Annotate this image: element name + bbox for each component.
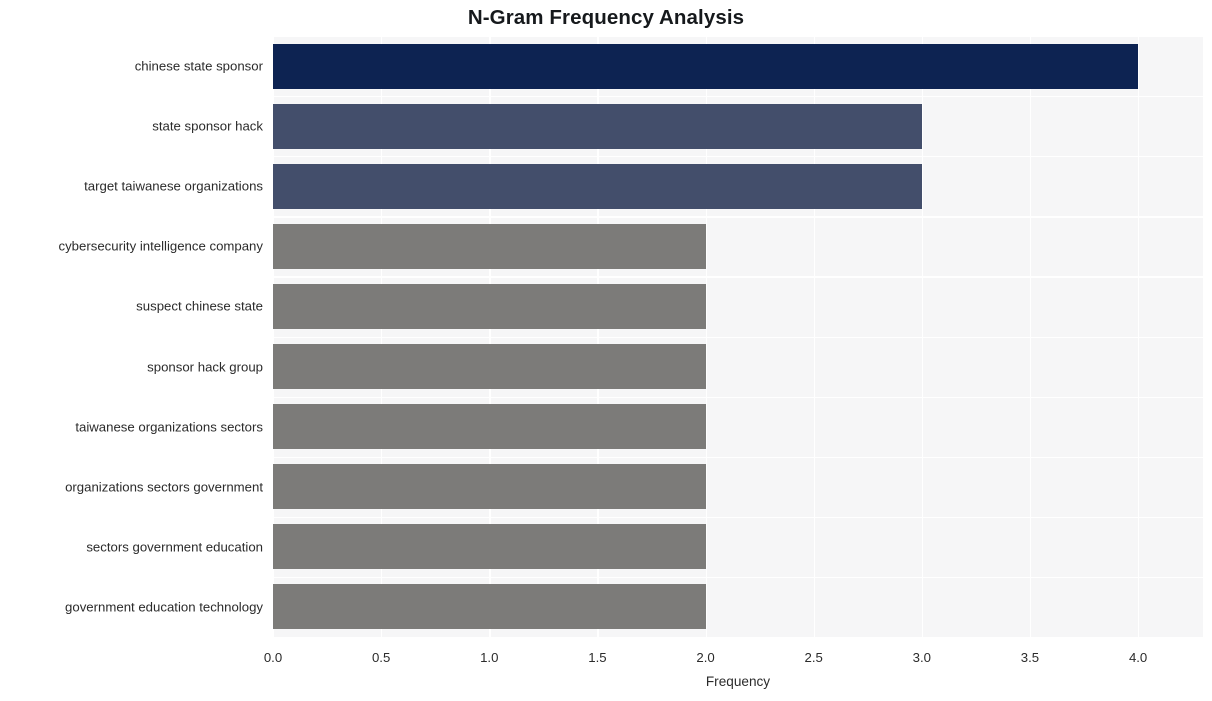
x-tick-label: 3.5 — [1020, 650, 1040, 665]
chart-figure: N-Gram Frequency Analysis chinese state … — [0, 0, 1212, 701]
x-axis-tick-labels: 0.0 0.5 1.0 1.5 2.0 2.5 3.0 3.5 4.0 — [0, 0, 1212, 701]
x-tick-label: 1.0 — [480, 650, 499, 665]
x-tick-label: 4.0 — [1128, 650, 1148, 665]
x-tick-label: 3.0 — [912, 650, 931, 665]
x-tick-label: 0.0 — [263, 650, 283, 665]
x-axis-label: Frequency — [705, 674, 771, 689]
x-tick-label: 1.5 — [588, 650, 607, 665]
x-tick-label: 2.0 — [696, 650, 715, 665]
x-tick-label: 0.5 — [371, 650, 391, 665]
x-tick-label: 2.5 — [804, 650, 823, 665]
